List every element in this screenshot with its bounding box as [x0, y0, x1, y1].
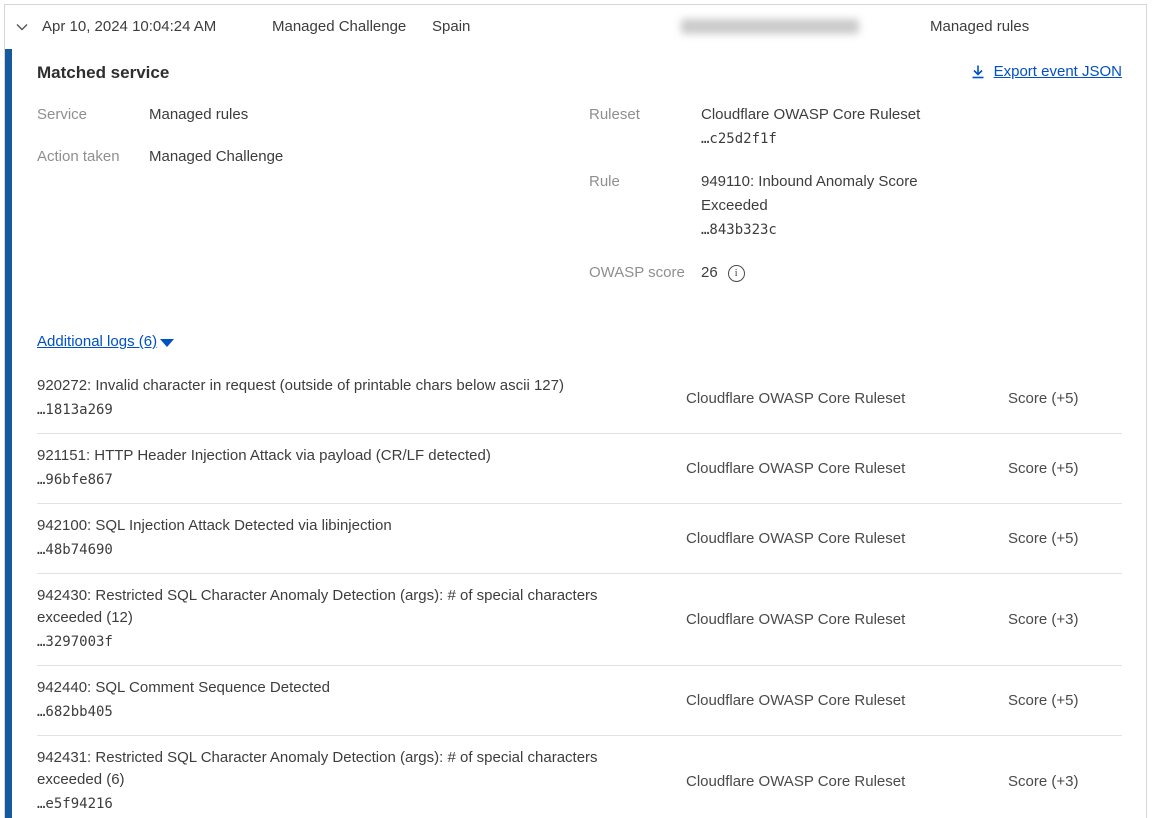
log-id: …e5f94216 [37, 794, 641, 815]
log-ruleset: Cloudflare OWASP Core Ruleset [686, 390, 1008, 407]
log-row: 942100: SQL Injection Attack Detected vi… [37, 504, 1122, 574]
export-event-json-label: Export event JSON [994, 63, 1122, 80]
ruleset-name: Cloudflare OWASP Core Ruleset [701, 106, 920, 123]
owasp-score-value: 26 [701, 261, 718, 285]
log-title: 942431: Restricted SQL Character Anomaly… [37, 747, 641, 791]
log-main: 921151: HTTP Header Injection Attack via… [37, 445, 686, 491]
log-id: …682bb405 [37, 702, 641, 723]
detail-column-left: Service Managed rules Action taken Manag… [37, 103, 589, 187]
field-label: Ruleset [589, 103, 701, 127]
log-id: …96bfe867 [37, 470, 641, 491]
log-ruleset: Cloudflare OWASP Core Ruleset [686, 530, 1008, 547]
detail-header: Matched service Export event JSON [37, 63, 1122, 83]
field-label: OWASP score [589, 261, 701, 285]
log-score: Score (+5) [1008, 460, 1122, 477]
log-ruleset: Cloudflare OWASP Core Ruleset [686, 611, 1008, 628]
field-action-taken: Action taken Managed Challenge [37, 145, 589, 169]
log-title: 921151: HTTP Header Injection Attack via… [37, 445, 641, 467]
field-value: 26 i [701, 261, 941, 285]
log-title: 942440: SQL Comment Sequence Detected [37, 677, 641, 699]
log-main: 942100: SQL Injection Attack Detected vi… [37, 515, 686, 561]
field-label: Action taken [37, 145, 149, 169]
field-value: Managed Challenge [149, 145, 389, 169]
redacted-ray-id [681, 19, 859, 34]
detail-grid: Service Managed rules Action taken Manag… [37, 103, 1122, 305]
log-ruleset: Cloudflare OWASP Core Ruleset [686, 692, 1008, 709]
log-main: 942440: SQL Comment Sequence Detected …6… [37, 677, 686, 723]
field-owasp-score: OWASP score 26 i [589, 261, 1122, 285]
event-action: Managed Challenge [272, 18, 406, 35]
event-table-frame: Apr 10, 2024 10:04:24 AM Managed Challen… [4, 4, 1147, 818]
field-label: Service [37, 103, 149, 127]
field-rule: Rule 949110: Inbound Anomaly Score Excee… [589, 170, 1122, 241]
field-label: Rule [589, 170, 701, 194]
log-row: 942431: Restricted SQL Character Anomaly… [37, 736, 1122, 818]
detail-column-right: Ruleset Cloudflare OWASP Core Ruleset …c… [589, 103, 1122, 305]
log-score: Score (+5) [1008, 530, 1122, 547]
additional-logs-label: Additional logs (6) [37, 333, 157, 350]
log-score: Score (+5) [1008, 692, 1122, 709]
chevron-down-icon[interactable] [14, 19, 30, 35]
event-row[interactable]: Apr 10, 2024 10:04:24 AM Managed Challen… [5, 5, 1146, 49]
log-row: 942430: Restricted SQL Character Anomaly… [37, 574, 1122, 666]
ruleset-id: …c25d2f1f [701, 128, 941, 150]
log-title: 920272: Invalid character in request (ou… [37, 375, 641, 397]
event-detail-panel: Matched service Export event JSON Servic… [5, 49, 1146, 818]
log-row: 942440: SQL Comment Sequence Detected …6… [37, 666, 1122, 736]
log-id: …3297003f [37, 632, 641, 653]
event-timestamp: Apr 10, 2024 10:04:24 AM [42, 18, 216, 35]
rule-id: …843b323c [701, 219, 941, 241]
field-value: Managed rules [149, 103, 389, 127]
panel-title: Matched service [37, 63, 169, 83]
export-event-json-link[interactable]: Export event JSON [970, 63, 1122, 80]
log-main: 942431: Restricted SQL Character Anomaly… [37, 747, 686, 815]
log-id: …48b74690 [37, 540, 641, 561]
log-ruleset: Cloudflare OWASP Core Ruleset [686, 773, 1008, 790]
log-score: Score (+3) [1008, 773, 1122, 790]
log-row: 920272: Invalid character in request (ou… [37, 364, 1122, 434]
info-icon[interactable]: i [728, 265, 745, 282]
field-value: Cloudflare OWASP Core Ruleset …c25d2f1f [701, 103, 941, 150]
field-ruleset: Ruleset Cloudflare OWASP Core Ruleset …c… [589, 103, 1122, 150]
event-country: Spain [432, 18, 470, 35]
rule-name: 949110: Inbound Anomaly Score Exceeded [701, 173, 918, 214]
log-ruleset: Cloudflare OWASP Core Ruleset [686, 460, 1008, 477]
download-icon [970, 64, 986, 80]
log-main: 942430: Restricted SQL Character Anomaly… [37, 585, 686, 653]
log-score: Score (+3) [1008, 611, 1122, 628]
log-title: 942100: SQL Injection Attack Detected vi… [37, 515, 641, 537]
log-row: 921151: HTTP Header Injection Attack via… [37, 434, 1122, 504]
caret-down-icon [160, 339, 174, 347]
additional-logs-table: 920272: Invalid character in request (ou… [37, 364, 1122, 818]
additional-logs-toggle[interactable]: Additional logs (6) [37, 333, 1122, 350]
field-value: 949110: Inbound Anomaly Score Exceeded …… [701, 170, 941, 241]
log-title: 942430: Restricted SQL Character Anomaly… [37, 585, 641, 629]
log-score: Score (+5) [1008, 390, 1122, 407]
log-id: …1813a269 [37, 400, 641, 421]
log-main: 920272: Invalid character in request (ou… [37, 375, 686, 421]
field-service: Service Managed rules [37, 103, 589, 127]
event-service: Managed rules [930, 18, 1029, 35]
